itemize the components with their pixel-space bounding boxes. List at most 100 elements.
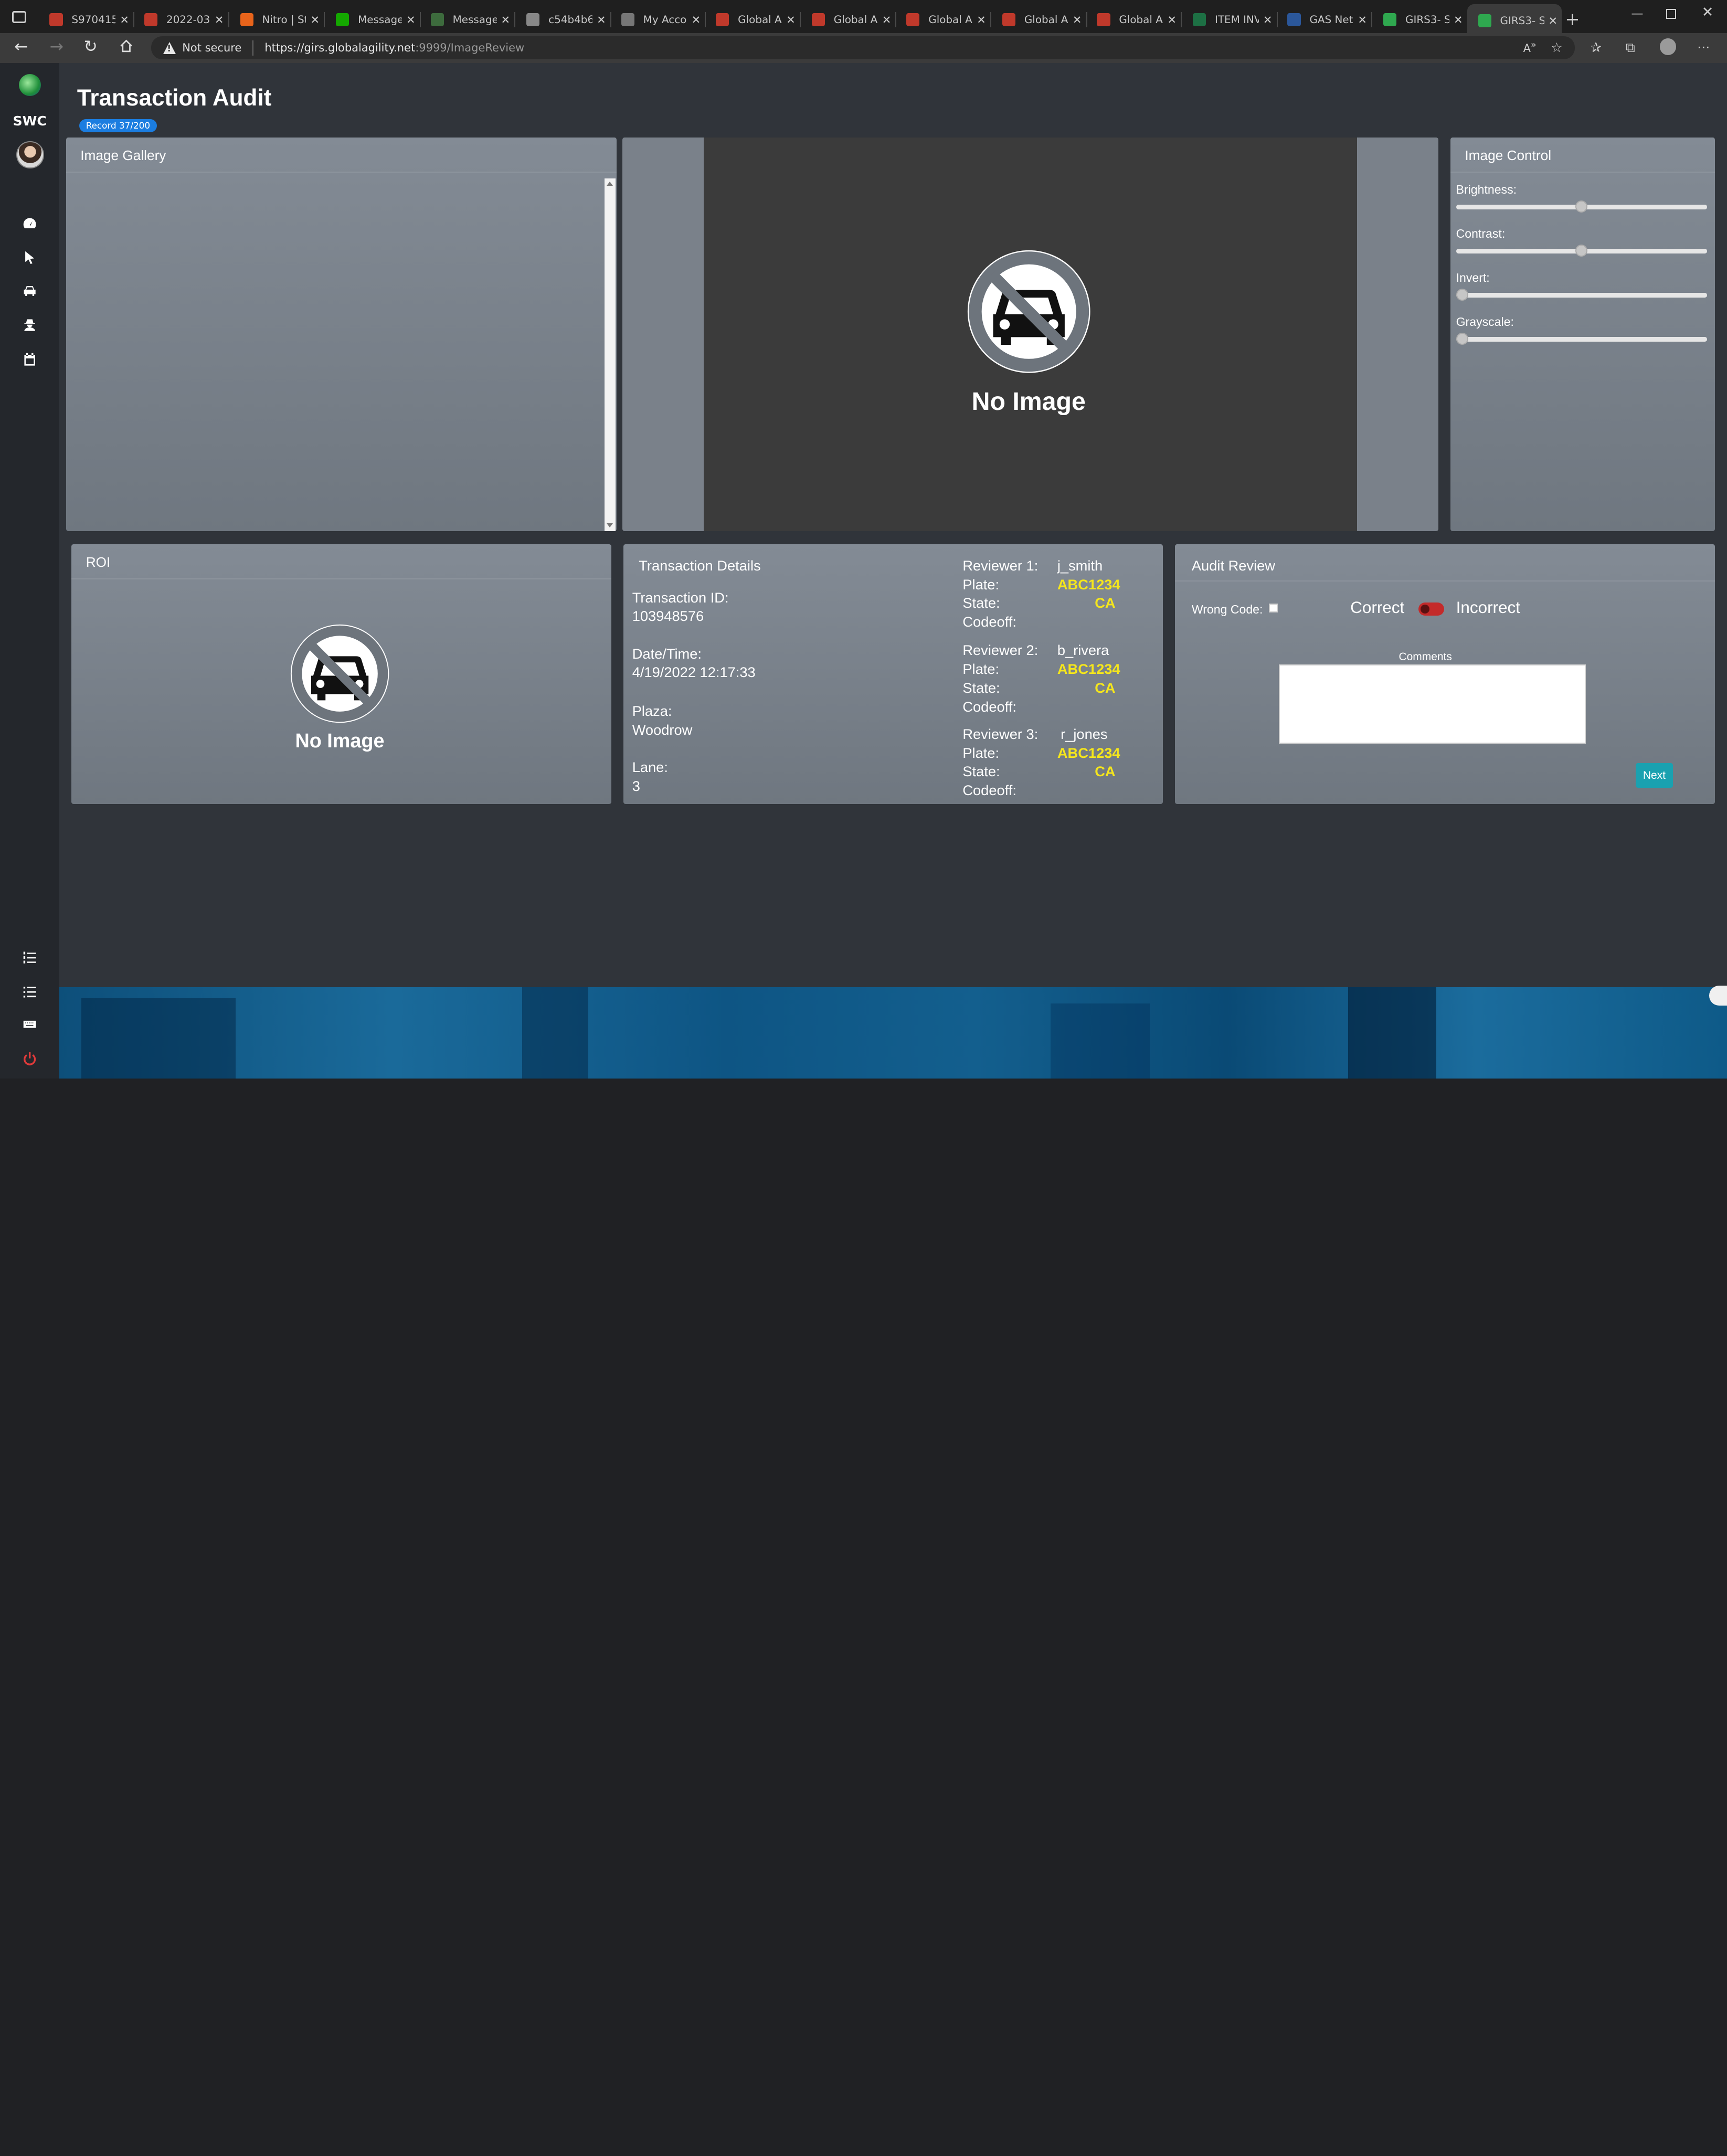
back-icon[interactable]: ← (14, 37, 28, 56)
browser-tab[interactable]: GIRS3- SV✕ (1372, 7, 1467, 33)
tab-title: Global Ag (1024, 14, 1068, 26)
record-badge: Record 37/200 (79, 119, 157, 132)
tab-close-icon[interactable]: ✕ (1544, 15, 1562, 27)
power-icon[interactable] (20, 1049, 40, 1069)
background-shape (1051, 1003, 1150, 1079)
slider-track[interactable] (1456, 332, 1708, 345)
slider-track[interactable] (1456, 288, 1708, 301)
tab-close-icon[interactable]: ✕ (1353, 14, 1371, 26)
browser-tab[interactable]: Messages✕ (420, 7, 514, 33)
tab-close-icon[interactable]: ✕ (497, 14, 515, 26)
browser-tab[interactable]: S970415_✕ (38, 7, 133, 33)
transaction-details-panel: Transaction Details Transaction ID: 1039… (623, 544, 1163, 805)
browser-tab[interactable]: Nitro | Sto✕ (229, 7, 324, 33)
tab-close-icon[interactable]: ✕ (402, 14, 420, 26)
image-canvas[interactable]: No Image (704, 138, 1357, 531)
tab-title: ITEM INVI (1214, 14, 1259, 26)
pointer-icon[interactable] (20, 248, 40, 268)
browser-tab[interactable]: Messages✕ (325, 7, 419, 33)
collections-icon[interactable]: ⧉ (1626, 40, 1635, 56)
tab-title: 2022-03 N (166, 14, 210, 26)
page-scroll-handle[interactable] (1709, 986, 1727, 1006)
app-logo[interactable] (18, 73, 41, 96)
correct-incorrect-toggle[interactable] (1418, 603, 1444, 616)
browser-tab[interactable]: GAS Netw✕ (1277, 7, 1371, 33)
browser-tab[interactable]: c54b4b63✕ (515, 7, 610, 33)
tab-close-icon[interactable]: ✕ (687, 14, 705, 26)
comments-textarea[interactable] (1278, 664, 1586, 744)
tab-close-icon[interactable]: ✕ (782, 14, 800, 26)
slider-thumb[interactable] (1575, 200, 1588, 213)
reload-icon[interactable]: ↻ (84, 37, 98, 56)
keyboard-icon[interactable] (20, 1014, 40, 1034)
next-button[interactable]: Next (1635, 763, 1673, 788)
more-menu-icon[interactable]: ··· (1697, 40, 1710, 55)
new-tab-button[interactable]: + (1565, 9, 1580, 29)
browser-tab[interactable]: 2022-03 N✕ (133, 7, 228, 33)
maximize-icon[interactable] (1666, 8, 1677, 19)
excel-icon (1192, 13, 1206, 27)
home-icon[interactable] (119, 38, 133, 57)
slider-track[interactable] (1456, 200, 1708, 213)
reviewer-3-codeoff-label: Codeoff: (962, 782, 1016, 799)
pdf-icon (811, 13, 825, 27)
car-icon[interactable] (20, 281, 40, 301)
add-favorite-icon[interactable]: ☆ (1551, 40, 1563, 55)
tab-close-icon[interactable]: ✕ (1259, 14, 1277, 26)
browser-tab[interactable]: ITEM INVI✕ (1182, 7, 1276, 33)
forward-icon[interactable]: → (49, 37, 63, 56)
user-secret-icon[interactable] (20, 315, 40, 335)
tab-actions-icon[interactable] (12, 10, 27, 24)
pdf-icon (906, 13, 920, 27)
browser-tab[interactable]: Global Ag✕ (705, 7, 799, 33)
tab-close-icon[interactable]: ✕ (210, 14, 228, 26)
tab-close-icon[interactable]: ✕ (115, 14, 133, 26)
tab-close-icon[interactable]: ✕ (1163, 14, 1181, 26)
slider-thumb[interactable] (1575, 244, 1588, 257)
browser-tab[interactable]: Global Ag✕ (991, 7, 1086, 33)
slider-label: Grayscale: (1456, 315, 1514, 329)
close-window-icon[interactable]: ✕ (1702, 4, 1714, 20)
tab-close-icon[interactable]: ✕ (1449, 14, 1467, 26)
tab-close-icon[interactable]: ✕ (878, 14, 896, 26)
user-avatar[interactable] (16, 141, 44, 169)
tab-close-icon[interactable]: ✕ (1068, 14, 1086, 26)
footer-background-image (59, 987, 1727, 1079)
read-aloud-icon[interactable]: A» (1523, 40, 1537, 55)
scroll-up-icon[interactable] (607, 182, 613, 186)
background-shape (81, 998, 236, 1079)
openai-icon (621, 13, 634, 27)
no-car-icon (967, 250, 1090, 373)
tab-close-icon[interactable]: ✕ (592, 14, 610, 26)
browser-tab[interactable]: Global Ag✕ (1086, 7, 1180, 33)
profile-icon[interactable] (1659, 38, 1677, 55)
scroll-down-icon[interactable] (607, 523, 613, 527)
slider-thumb[interactable] (1456, 288, 1468, 301)
roi-no-image-placeholder: No Image (289, 622, 391, 753)
gallery-scrollbar[interactable] (605, 178, 616, 531)
url-host: https://girs.globalagility.net (264, 41, 416, 55)
slider-thumb[interactable] (1456, 332, 1468, 345)
list-icon[interactable] (20, 981, 40, 1001)
tab-close-icon[interactable]: ✕ (972, 14, 990, 26)
browser-tab[interactable]: Global Ag✕ (801, 7, 895, 33)
datetime-label: Date/Time: (632, 645, 702, 662)
browser-tab[interactable]: GIRS3- SV✕ (1467, 4, 1562, 38)
tab-title: GIRS3- SV (1405, 14, 1449, 26)
wrong-code-checkbox[interactable] (1268, 604, 1278, 612)
security-label: Not secure (182, 41, 242, 55)
url-field[interactable]: Not secure https://girs.globalagility.ne… (151, 36, 1575, 60)
reviewer-1-name: j_smith (1057, 557, 1103, 574)
plaza-value: Woodrow (632, 721, 693, 738)
calendar-icon[interactable] (20, 349, 40, 369)
minimize-icon[interactable]: — (1631, 7, 1643, 20)
tab-close-icon[interactable]: ✕ (306, 14, 324, 26)
ordered-list-icon[interactable] (20, 947, 40, 967)
slider-track[interactable] (1456, 244, 1708, 257)
browser-tab[interactable]: Global Ag✕ (895, 7, 990, 33)
dashboard-icon[interactable] (20, 214, 40, 234)
tab-title: Global Ag (928, 14, 972, 26)
nitro-icon (240, 13, 253, 27)
browser-tab[interactable]: My Accou✕ (610, 7, 705, 33)
favorites-icon[interactable]: ✰ (1591, 40, 1602, 55)
